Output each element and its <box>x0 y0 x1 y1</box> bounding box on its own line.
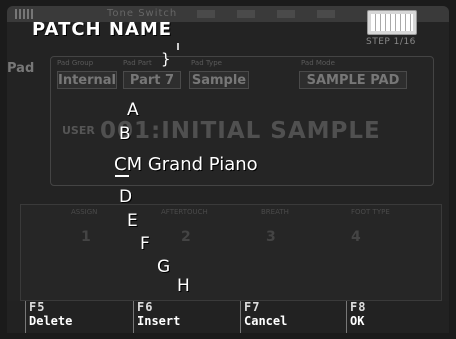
dialog-title: PATCH NAME <box>32 19 173 40</box>
side-tab-pad: Pad <box>7 61 35 76</box>
char-option[interactable]: G <box>157 257 170 277</box>
patch-name-input[interactable]: CM Grand Piano <box>114 154 258 175</box>
keyboard-keys <box>371 14 413 31</box>
char-option[interactable]: E <box>127 211 138 231</box>
pad-mode-label: Pad Mode <box>301 59 335 67</box>
slot-2: 2 <box>181 229 191 245</box>
char-option[interactable]: A <box>127 100 139 120</box>
user-bank-label: USER <box>62 124 95 137</box>
pad-type-field: Sample <box>189 71 249 89</box>
step-indicator: STEP 1/16 <box>366 37 416 47</box>
f8-ok-button[interactable]: F8 OK <box>346 301 449 333</box>
status-segment <box>237 10 255 18</box>
f7-key-label: F7 <box>244 300 261 314</box>
background-controller-panel: ASSIGN AFTERTOUCH BREATH FOOT TYPE 1 2 3… <box>20 204 442 301</box>
patch-name-screen: Tone Switch STEP 1/16 PATCH NAME Pad Pad… <box>0 0 456 339</box>
selected-char[interactable]: C <box>114 154 127 175</box>
pad-mode-field: SAMPLE PAD <box>299 71 407 89</box>
pad-type-label: Pad Type <box>191 59 222 67</box>
f5-delete-button[interactable]: F5 Delete <box>25 301 132 333</box>
pad-part-label: Pad Part <box>123 59 152 67</box>
slot-3: 3 <box>266 229 276 245</box>
f7-cancel-button[interactable]: F7 Cancel <box>240 301 347 333</box>
name-remainder: M Grand Piano <box>126 154 258 175</box>
status-segment <box>317 10 335 18</box>
char-option[interactable]: F <box>140 234 150 254</box>
slot-1: 1 <box>81 229 91 245</box>
f6-key-label: F6 <box>137 300 154 314</box>
slot-4: 4 <box>351 229 361 245</box>
char-option[interactable]: B <box>119 124 131 144</box>
status-segment <box>277 10 295 18</box>
text-cursor <box>115 175 129 177</box>
keyboard-icon <box>367 10 417 35</box>
pad-group-label: Pad Group <box>57 59 94 67</box>
f5-key-label: F5 <box>29 300 46 314</box>
background-patch-display: 001:INITIAL SAMPLE <box>100 118 381 144</box>
background-screen-title: Tone Switch <box>107 8 178 19</box>
brace-glyph: } <box>161 50 171 68</box>
f8-key-label: F8 <box>350 300 367 314</box>
logo-icon <box>15 9 35 19</box>
foot-type-label: FOOT TYPE <box>351 208 390 216</box>
aftertouch-label: AFTERTOUCH <box>161 208 208 216</box>
breath-label: BREATH <box>261 208 289 216</box>
pad-part-field: Part 7 <box>123 71 181 89</box>
pad-group-field: Internal <box>57 71 117 89</box>
assign-label: ASSIGN <box>71 208 98 216</box>
char-option[interactable]: D <box>119 187 132 207</box>
char-option[interactable]: H <box>177 276 190 296</box>
f8-action-label: OK <box>350 314 365 328</box>
f6-insert-button[interactable]: F6 Insert <box>133 301 240 333</box>
status-segment <box>197 10 215 18</box>
cursor-tick <box>177 43 179 50</box>
f7-action-label: Cancel <box>244 314 288 328</box>
f5-action-label: Delete <box>29 314 73 328</box>
f6-action-label: Insert <box>137 314 181 328</box>
